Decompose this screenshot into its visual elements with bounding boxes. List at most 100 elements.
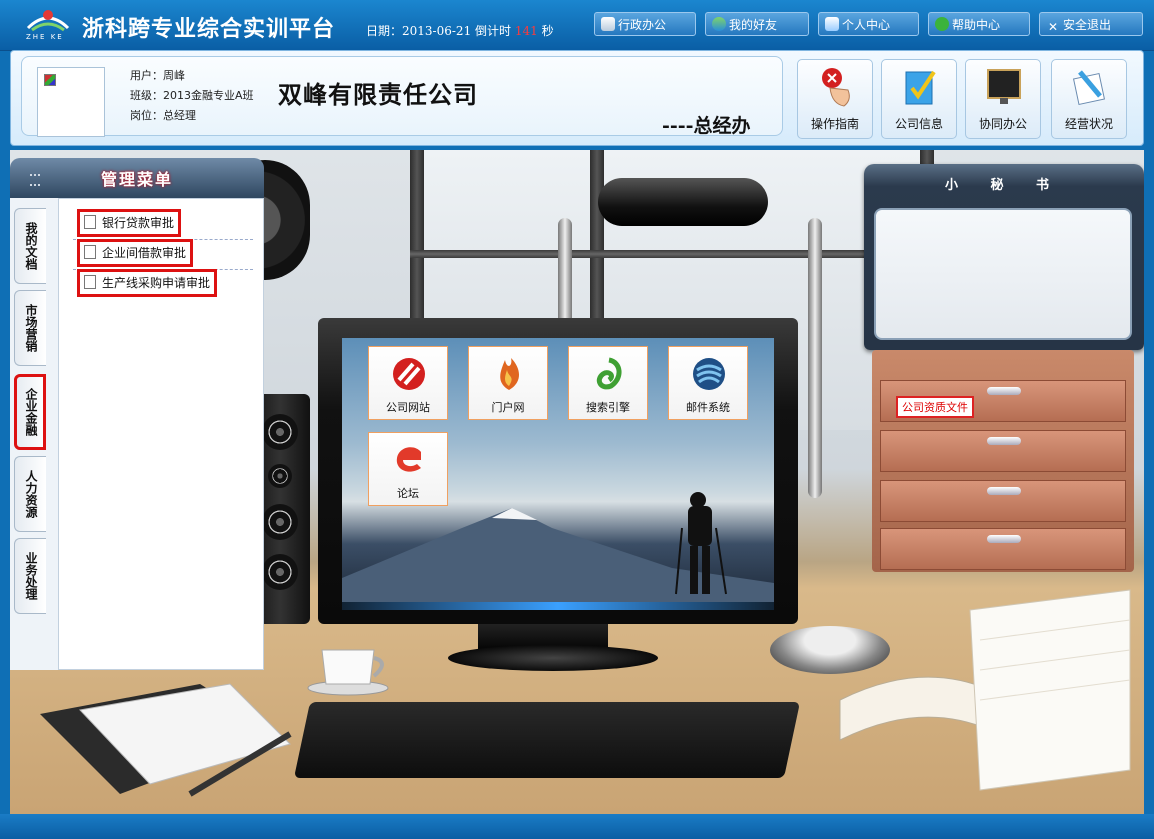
company-info-button[interactable]: 公司信息 bbox=[881, 59, 957, 139]
cabinet-drawer[interactable] bbox=[880, 480, 1126, 522]
menu-item-label: 生产线采购申请审批 bbox=[102, 276, 211, 290]
chair-headrest bbox=[598, 178, 768, 226]
date-value: 2013-06-21 bbox=[402, 24, 472, 38]
business-status-label: 经营状况 bbox=[1064, 117, 1113, 131]
drawer-handle bbox=[987, 437, 1021, 445]
help-icon bbox=[935, 17, 949, 31]
monitor-screen: 公司网站 门户网 搜索引擎 邮件系统 论坛 bbox=[342, 338, 774, 602]
broken-image-icon bbox=[44, 74, 56, 86]
search-engine-icon bbox=[596, 357, 622, 390]
tab-business-processing[interactable]: 业务处理 bbox=[14, 538, 46, 614]
speaker-cone bbox=[268, 464, 292, 488]
hiker-silhouette bbox=[675, 492, 727, 595]
avatar bbox=[37, 67, 105, 137]
post-line: 岗位：总经理 bbox=[130, 107, 196, 123]
company-website-label: 公司网站 bbox=[386, 401, 430, 414]
nav-my-friends-label: 我的好友 bbox=[729, 18, 778, 32]
mail-system-app[interactable]: 邮件系统 bbox=[668, 346, 748, 420]
drawer-handle bbox=[987, 487, 1021, 495]
notebook-and-pen bbox=[40, 683, 292, 797]
top-bar: ZHE KE 浙科跨专业综合实训平台 日期：2013-06-21 倒计时 141… bbox=[0, 0, 1154, 51]
nav-personal-center[interactable]: 个人中心 bbox=[818, 12, 919, 36]
file-cabinet bbox=[872, 350, 1134, 572]
search-engine-label: 搜索引擎 bbox=[586, 401, 630, 414]
management-menu-title: 管理菜单 bbox=[100, 170, 173, 189]
company-qualification-files-link[interactable]: 公司资质文件 bbox=[896, 396, 974, 418]
operation-guide-button[interactable]: 操作指南 bbox=[797, 59, 873, 139]
date-label: 日期： bbox=[366, 24, 403, 38]
bottom-bar bbox=[0, 814, 1154, 839]
company-info-label: 公司信息 bbox=[894, 117, 943, 131]
logo-subtext: ZHE KE bbox=[26, 33, 64, 41]
management-menu-header: 管理菜单 bbox=[10, 158, 264, 198]
menu-vertical-tabs: 我的文档 市场营销 企业金融 人力资源 业务处理 bbox=[10, 198, 58, 670]
business-notebook-icon bbox=[1072, 70, 1106, 106]
computer-monitor: 公司网站 门户网 搜索引擎 邮件系统 论坛 bbox=[318, 318, 798, 624]
mail-system-icon bbox=[693, 358, 725, 390]
home-icon bbox=[825, 17, 839, 31]
drawer-handle bbox=[987, 535, 1021, 543]
cabinet-drawer[interactable] bbox=[880, 430, 1126, 472]
mail-system-label: 邮件系统 bbox=[686, 401, 730, 414]
document-icon bbox=[84, 215, 96, 229]
company-website-app[interactable]: 公司网站 bbox=[368, 346, 448, 420]
countdown-label: 倒计时 bbox=[475, 24, 512, 38]
nav-my-friends[interactable]: 我的好友 bbox=[705, 12, 809, 36]
date-countdown: 日期：2013-06-21 倒计时 141 秒 bbox=[366, 22, 554, 39]
guide-hand-icon bbox=[822, 68, 850, 107]
class-label: 班级： bbox=[130, 89, 163, 102]
company-website-icon bbox=[393, 358, 425, 390]
close-icon: ✕ bbox=[1047, 20, 1059, 34]
menu-item-inter-company-loan-approval[interactable]: 企业间借款审批 bbox=[77, 239, 194, 267]
monitor-base bbox=[448, 645, 658, 671]
user-name: 周峰 bbox=[163, 69, 185, 82]
business-status-button[interactable]: 经营状况 bbox=[1051, 59, 1127, 139]
platform-title: 浙科跨专业综合实训平台 bbox=[82, 17, 336, 42]
search-engine-app[interactable]: 搜索引擎 bbox=[568, 346, 648, 420]
class-line: 班级：2013金融专业A班 bbox=[130, 87, 254, 103]
department-name: ----总经办 bbox=[662, 115, 751, 137]
speaker-cone bbox=[262, 504, 298, 540]
menu-item-production-line-purchase-approval[interactable]: 生产线采购申请审批 bbox=[77, 269, 218, 297]
nav-admin-office[interactable]: 行政办公 bbox=[594, 12, 696, 36]
document-icon bbox=[84, 275, 96, 289]
tab-corporate-finance[interactable]: 企业金融 bbox=[14, 374, 46, 450]
collaborative-office-button[interactable]: 协同办公 bbox=[965, 59, 1041, 139]
open-books bbox=[839, 589, 1131, 791]
nav-help-center-label: 帮助中心 bbox=[952, 18, 1001, 32]
chair-arm bbox=[808, 218, 822, 498]
company-info-icon bbox=[905, 70, 936, 105]
keyboard bbox=[293, 702, 801, 778]
portal-app[interactable]: 门户网 bbox=[468, 346, 548, 420]
header-panel: 用户：周峰 班级：2013金融专业A班 岗位：总经理 双峰有限责任公司 ----… bbox=[10, 50, 1144, 146]
nav-logout-label: 安全退出 bbox=[1063, 18, 1112, 32]
nav-admin-office-label: 行政办公 bbox=[618, 18, 667, 32]
countdown-unit: 秒 bbox=[541, 24, 554, 38]
portal-flame-icon bbox=[500, 358, 519, 390]
operation-guide-label: 操作指南 bbox=[810, 117, 859, 131]
tab-human-resources[interactable]: 人力资源 bbox=[14, 456, 46, 532]
user-info-box: 用户：周峰 班级：2013金融专业A班 岗位：总经理 双峰有限责任公司 ----… bbox=[21, 56, 783, 137]
coffee-cup bbox=[307, 649, 389, 696]
class-name: 2013金融专业A班 bbox=[163, 89, 254, 102]
tab-marketing[interactable]: 市场营销 bbox=[14, 290, 46, 366]
post-name: 总经理 bbox=[163, 109, 196, 122]
company-name: 双峰有限责任公司 bbox=[278, 80, 478, 109]
portal-label: 门户网 bbox=[491, 401, 525, 414]
nav-help-center[interactable]: 帮助中心 bbox=[928, 12, 1030, 36]
small-secretary-content bbox=[874, 208, 1132, 340]
nav-logout[interactable]: ✕ 安全退出 bbox=[1039, 12, 1143, 36]
forum-label: 论坛 bbox=[397, 487, 419, 500]
menu-item-bank-loan-approval[interactable]: 银行贷款审批 bbox=[77, 209, 182, 237]
screen-bottom-bar bbox=[342, 602, 774, 610]
platform-logo: ZHE KE bbox=[24, 6, 72, 46]
tab-my-documents[interactable]: 我的文档 bbox=[14, 208, 46, 284]
document-icon bbox=[84, 245, 96, 259]
small-secretary-panel: 小 秘 书 bbox=[864, 164, 1144, 350]
small-secretary-title: 小 秘 书 bbox=[944, 178, 1064, 193]
speaker-cone bbox=[262, 414, 298, 450]
friends-icon bbox=[712, 17, 726, 31]
cabinet-drawer[interactable] bbox=[880, 528, 1126, 570]
collaborative-office-label: 协同办公 bbox=[978, 117, 1027, 131]
forum-app[interactable]: 论坛 bbox=[368, 432, 448, 506]
